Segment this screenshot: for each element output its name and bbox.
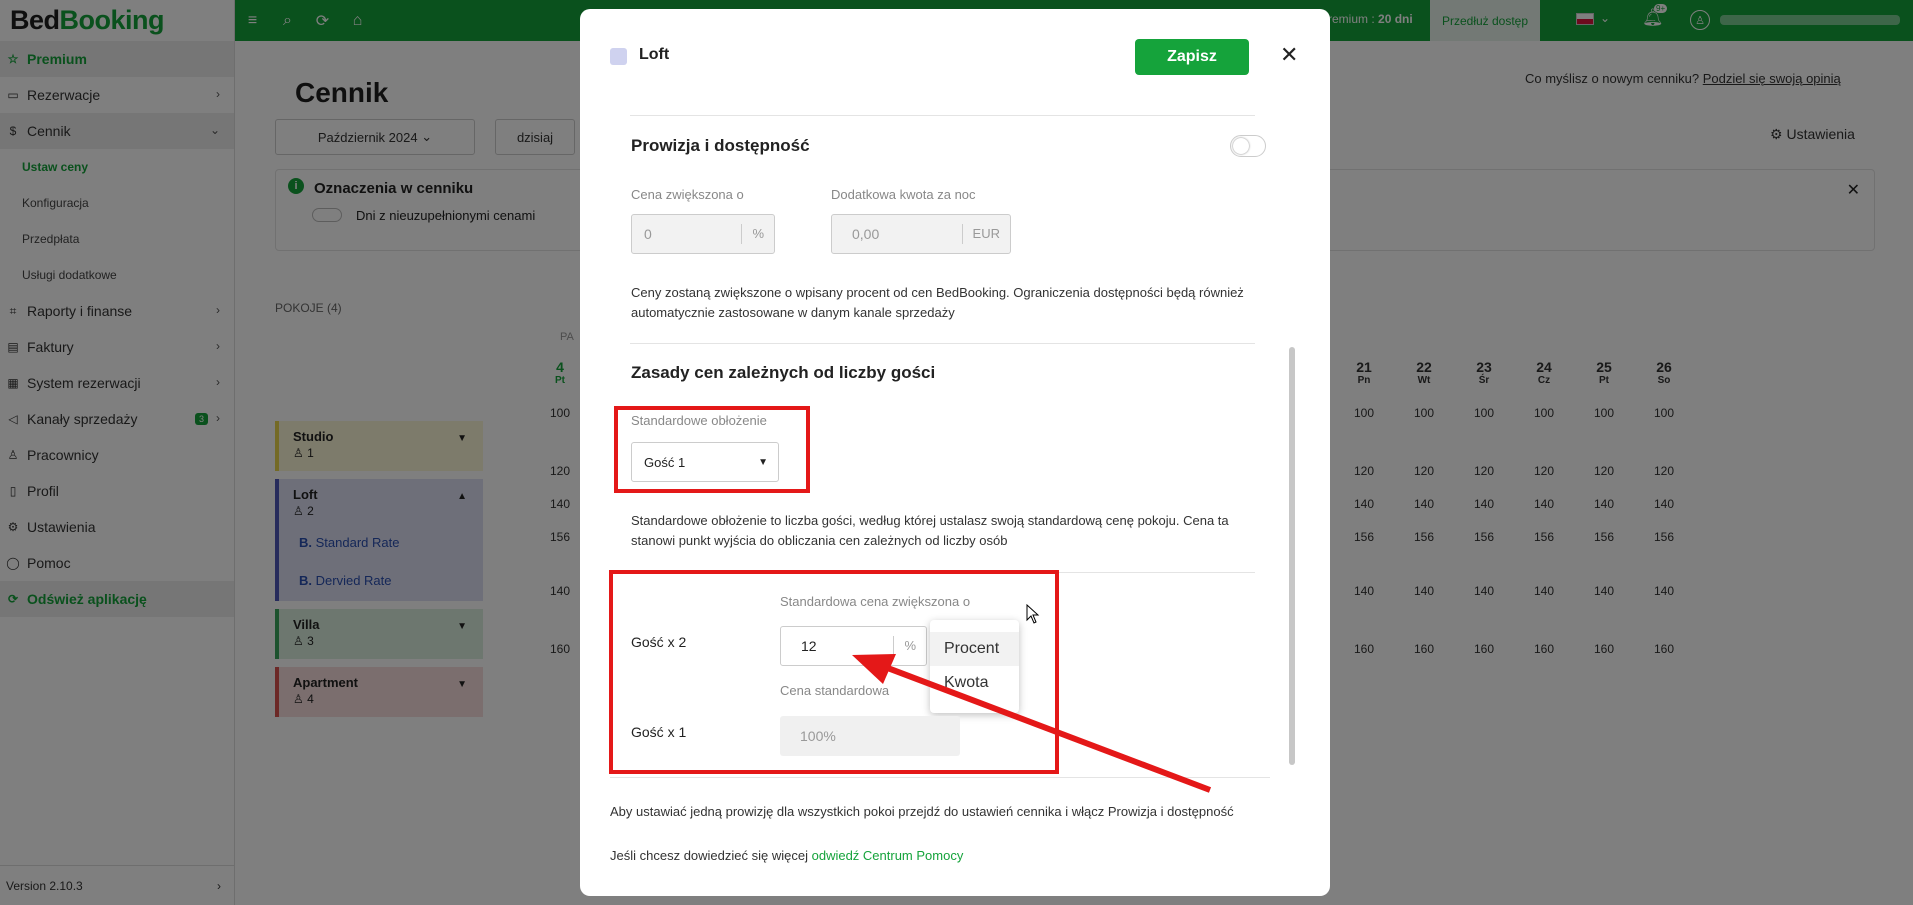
mouse-cursor-icon (1026, 604, 1040, 624)
annotation-arrow (852, 654, 1212, 793)
app-root: BedBooking ☆Premium ▭Rezerwacje› $Cennik… (0, 0, 1913, 905)
